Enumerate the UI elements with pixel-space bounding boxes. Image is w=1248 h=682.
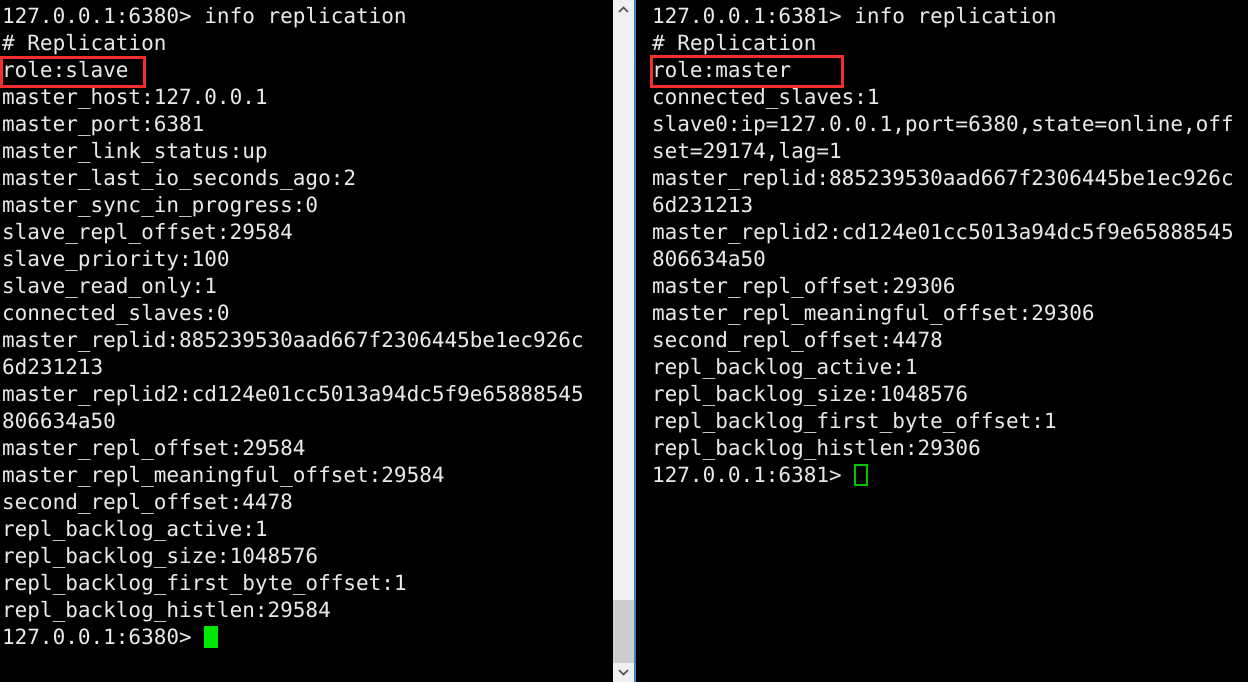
dual-terminal-screenshot: 127.0.0.1:6380> info replication # Repli…	[0, 0, 1248, 682]
terminal-line: slave_priority:100	[2, 247, 230, 271]
scrollbar-down-arrow[interactable]	[613, 663, 634, 682]
terminal-line: master_last_io_seconds_ago:2	[2, 166, 357, 190]
terminal-line: master_repl_meaningful_offset:29584	[2, 463, 445, 487]
terminal-line: slave_repl_offset:29584	[2, 220, 293, 244]
terminal-line: master_replid2:cd124e01cc5013a94dc5f9e65…	[2, 382, 584, 406]
chevron-up-icon	[618, 6, 629, 13]
right-terminal-output[interactable]: 127.0.0.1:6381> info replication # Repli…	[642, 0, 1248, 682]
chevron-down-icon	[618, 669, 629, 676]
terminal-line: 127.0.0.1:6380> info replication	[2, 4, 407, 28]
terminal-line: 6d231213	[652, 193, 754, 217]
terminal-line: master_repl_offset:29306	[652, 274, 956, 298]
terminal-line: second_repl_offset:4478	[2, 490, 293, 514]
terminal-line: master_port:6381	[2, 112, 205, 136]
right-terminal-pane[interactable]: 127.0.0.1:6381> info replication # Repli…	[642, 0, 1248, 682]
terminal-line: slave0:ip=127.0.0.1,port=6380,state=onli…	[652, 112, 1234, 136]
terminal-line: repl_backlog_histlen:29306	[652, 436, 981, 460]
scrollbar-thumb[interactable]	[613, 600, 634, 663]
terminal-line-role-slave: role:slave	[2, 58, 129, 82]
terminal-line: repl_backlog_first_byte_offset:1	[2, 571, 407, 595]
terminal-line: set=29174,lag=1	[652, 139, 842, 163]
right-prompt-line[interactable]: 127.0.0.1:6381>	[644, 462, 1248, 489]
terminal-line: # Replication	[652, 31, 817, 55]
terminal-line: master_host:127.0.0.1	[2, 85, 268, 109]
terminal-line: repl_backlog_size:1048576	[2, 544, 319, 568]
terminal-line-role-master: role:master	[652, 58, 792, 82]
terminal-line: repl_backlog_active:1	[652, 355, 918, 379]
terminal-line: master_replid:885239530aad667f2306445be1…	[652, 166, 1234, 190]
terminal-line: repl_backlog_first_byte_offset:1	[652, 409, 1057, 433]
terminal-line: 127.0.0.1:6381> info replication	[652, 4, 1057, 28]
scrollbar-track[interactable]	[613, 19, 634, 663]
terminal-line: 806634a50	[2, 409, 116, 433]
terminal-line: second_repl_offset:4478	[652, 328, 943, 352]
scrollbar-up-arrow[interactable]	[613, 0, 634, 19]
terminal-line: slave_read_only:1	[2, 274, 217, 298]
terminal-line: master_repl_offset:29584	[2, 436, 306, 460]
terminal-line: repl_backlog_histlen:29584	[2, 598, 331, 622]
left-terminal-output[interactable]: 127.0.0.1:6380> info replication # Repli…	[0, 0, 612, 682]
terminal-line: 806634a50	[652, 247, 766, 271]
terminal-line: master_replid2:cd124e01cc5013a94dc5f9e65…	[652, 220, 1234, 244]
terminal-line: master_repl_meaningful_offset:29306	[652, 301, 1095, 325]
terminal-line: # Replication	[2, 31, 167, 55]
prompt-text: 127.0.0.1:6381>	[652, 463, 855, 487]
terminal-line: repl_backlog_size:1048576	[652, 382, 969, 406]
terminal-line: master_sync_in_progress:0	[2, 193, 319, 217]
left-pane-scrollbar[interactable]	[612, 0, 634, 682]
terminal-line: master_link_status:up	[2, 139, 268, 163]
terminal-line: connected_slaves:1	[652, 85, 880, 109]
prompt-text: 127.0.0.1:6380>	[2, 625, 205, 649]
left-prompt-line[interactable]: 127.0.0.1:6380>	[2, 624, 612, 651]
left-terminal-pane[interactable]: 127.0.0.1:6380> info replication # Repli…	[0, 0, 612, 682]
text-cursor	[854, 464, 869, 486]
terminal-line: connected_slaves:0	[2, 301, 230, 325]
text-cursor	[204, 626, 219, 648]
terminal-line: 6d231213	[2, 355, 104, 379]
terminal-line: repl_backlog_active:1	[2, 517, 268, 541]
terminal-line: master_replid:885239530aad667f2306445be1…	[2, 328, 584, 352]
window-divider	[634, 0, 642, 682]
